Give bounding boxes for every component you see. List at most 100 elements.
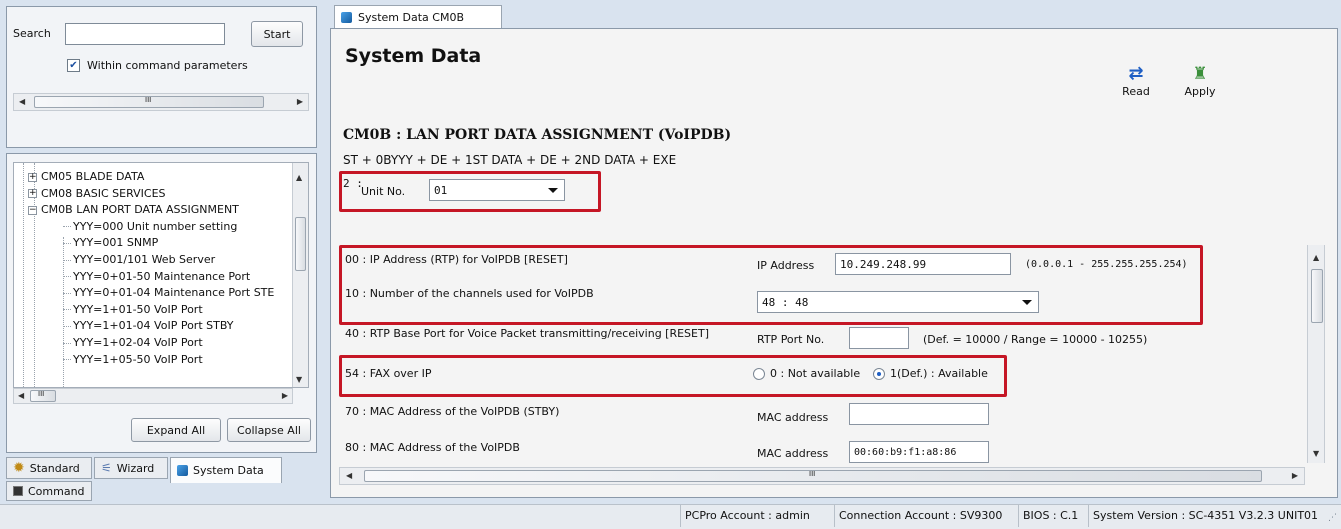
collapse-icon[interactable]: − — [28, 205, 37, 215]
scroll-left-icon[interactable]: ◀ — [19, 97, 25, 107]
tree-item[interactable]: YYY=001 SNMP — [63, 235, 158, 251]
tree-item-label: YYY=000 Unit number setting — [73, 219, 238, 233]
tree-connector — [63, 226, 71, 228]
scroll-left-icon[interactable]: ◀ — [18, 391, 24, 401]
scroll-right-icon[interactable]: ▶ — [282, 391, 288, 401]
tree-connector — [63, 342, 71, 344]
command-syntax: ST + 0BYYY + DE + 1ST DATA + DE + 2ND DA… — [343, 153, 677, 167]
apply-button[interactable]: ♜ Apply — [1183, 63, 1217, 98]
expand-all-button[interactable]: Expand All — [131, 418, 221, 442]
tree-item[interactable]: + CM05 BLADE DATA — [28, 169, 144, 185]
start-button[interactable]: Start — [251, 21, 303, 47]
main-panel: System Data ⇄ Read ♜ Apply CM0B : LAN PO… — [330, 28, 1338, 498]
highlight-box — [339, 355, 1007, 397]
scroll-left-icon[interactable]: ◀ — [346, 471, 352, 481]
row-label-70: 70 : MAC Address of the VoIPDB (STBY) — [345, 405, 560, 418]
form-hscroll-thumb[interactable]: III — [364, 470, 1262, 482]
tree-item-label: YYY=1+01-50 VoIP Port — [73, 302, 203, 316]
collapse-all-button[interactable]: Collapse All — [227, 418, 311, 442]
doc-tab-label: System Data CM0B — [358, 11, 464, 24]
tree-item-label: YYY=001 SNMP — [73, 236, 159, 250]
tab-label: Standard — [29, 461, 80, 475]
tree-item-label: YYY=0+01-04 Maintenance Port STE — [73, 286, 275, 300]
wand-icon: ⚟ — [101, 461, 112, 475]
tree-item-label: YYY=0+01-50 Maintenance Port — [73, 269, 251, 283]
tab-standard[interactable]: ✹ Standard — [6, 457, 92, 479]
tree-item-label: YYY=1+02-04 VoIP Port — [73, 336, 203, 349]
unit-label: Unit No. — [361, 185, 406, 198]
status-connection: Connection Account : SV9300 — [834, 505, 1006, 527]
scroll-thumb[interactable]: III — [34, 96, 264, 108]
tree-connector — [63, 309, 71, 311]
tree-connector — [63, 259, 71, 261]
form-vscrollbar[interactable]: ▲ ▼ — [1307, 245, 1325, 463]
mac-input[interactable]: 00:60:b9:f1:a8:86 — [849, 441, 989, 463]
command-title: CM0B : LAN PORT DATA ASSIGNMENT (VoIPDB) — [343, 127, 732, 143]
stamp-icon: ♜ — [1192, 64, 1208, 84]
apply-label: Apply — [1184, 85, 1216, 98]
tab-label: System Data — [193, 464, 264, 477]
within-checkbox[interactable]: ✔ — [67, 59, 80, 72]
scroll-down-icon[interactable]: ▼ — [1313, 449, 1319, 459]
tab-wizard[interactable]: ⚟ Wizard — [94, 457, 168, 479]
scroll-grip: III — [38, 390, 45, 398]
expand-icon[interactable]: + — [28, 172, 37, 182]
tree-item[interactable]: YYY=1+02-04 VoIP Port — [63, 335, 203, 351]
tree-item[interactable]: YYY=001/101 Web Server — [63, 252, 215, 268]
scroll-up-icon[interactable]: ▲ — [296, 173, 302, 183]
tree-connector — [63, 242, 71, 244]
scroll-grip: III — [809, 470, 816, 478]
tab-label: Command — [28, 484, 85, 498]
status-bar: PCPro Account : admin Connection Account… — [0, 504, 1341, 529]
status-version: System Version : SC-4351 V3.2.3 UNIT01 — [1088, 505, 1322, 527]
rtp-port-label: RTP Port No. — [757, 333, 825, 346]
scroll-right-icon[interactable]: ▶ — [1292, 471, 1298, 481]
tree-item[interactable]: YYY=000 Unit number setting — [63, 219, 237, 235]
search-panel: Search Start ✔ Within command parameters… — [6, 6, 317, 148]
scroll-right-icon[interactable]: ▶ — [297, 97, 303, 107]
read-button[interactable]: ⇄ Read — [1119, 63, 1153, 98]
tab-command[interactable]: Command — [6, 481, 92, 501]
gear-icon: ✹ — [13, 460, 25, 476]
rtp-port-input[interactable] — [849, 327, 909, 349]
tree-scroll-thumb[interactable] — [295, 217, 306, 271]
scroll-grip: III — [145, 96, 152, 104]
form-scroll-thumb[interactable] — [1311, 269, 1323, 323]
tree-panel: + CM05 BLADE DATA + CM08 BASIC SERVICES − CM0… — [6, 153, 317, 453]
resize-grip-icon[interactable]: ⋰ — [1328, 513, 1337, 523]
mac-stby-input[interactable] — [849, 403, 989, 425]
tree-item[interactable]: YYY=0+01-04 Maintenance Port STE — [63, 285, 274, 301]
tree-item-label: CM05 BLADE DATA — [41, 170, 145, 183]
form-hscrollbar[interactable]: ◀ III ▶ — [339, 467, 1305, 485]
search-input[interactable] — [65, 23, 225, 45]
tree-item[interactable]: YYY=0+01-50 Maintenance Port — [63, 269, 250, 285]
scroll-up-icon[interactable]: ▲ — [1313, 253, 1319, 263]
tree-item[interactable]: + CM08 BASIC SERVICES — [28, 186, 166, 202]
tab-system-data[interactable]: System Data — [170, 457, 282, 483]
tree-item[interactable]: YYY=1+01-04 VoIP Port STBY — [63, 318, 234, 334]
terminal-icon — [13, 486, 23, 496]
tree-item[interactable]: YYY=1+01-50 VoIP Port — [63, 302, 203, 318]
tree-vscrollbar[interactable]: ▲ ▼ — [292, 163, 308, 387]
page-title: System Data — [345, 45, 482, 67]
tree-connector — [63, 359, 71, 361]
tree-item-label: CM08 BASIC SERVICES — [41, 186, 166, 200]
results-hscrollbar[interactable]: ◀ III ▶ — [13, 93, 309, 111]
scroll-down-icon[interactable]: ▼ — [296, 375, 302, 385]
cube-icon — [341, 12, 352, 23]
tree-item[interactable]: YYY=1+05-50 VoIP Port — [63, 352, 203, 368]
doc-tab[interactable]: System Data CM0B — [334, 5, 502, 29]
unit-select[interactable]: 01 — [429, 179, 565, 201]
expand-icon[interactable]: + — [28, 189, 37, 199]
tree-view: + CM05 BLADE DATA + CM08 BASIC SERVICES − CM0… — [13, 162, 309, 388]
tree-item[interactable]: − CM0B LAN PORT DATA ASSIGNMENT — [28, 202, 239, 218]
highlight-box — [339, 245, 1203, 325]
tree-hscrollbar[interactable]: ◀ III ▶ — [13, 388, 293, 404]
tree-hscroll-thumb[interactable]: III — [30, 390, 56, 402]
tree-connector — [63, 292, 71, 294]
chevron-down-icon — [548, 188, 558, 193]
unit-prefix: 2 : — [343, 177, 363, 190]
tree-item-label: YYY=1+01-04 VoIP Port STBY — [73, 319, 234, 333]
tree-item-label: YYY=001/101 Web Server — [73, 253, 216, 266]
refresh-icon: ⇄ — [1128, 63, 1144, 84]
